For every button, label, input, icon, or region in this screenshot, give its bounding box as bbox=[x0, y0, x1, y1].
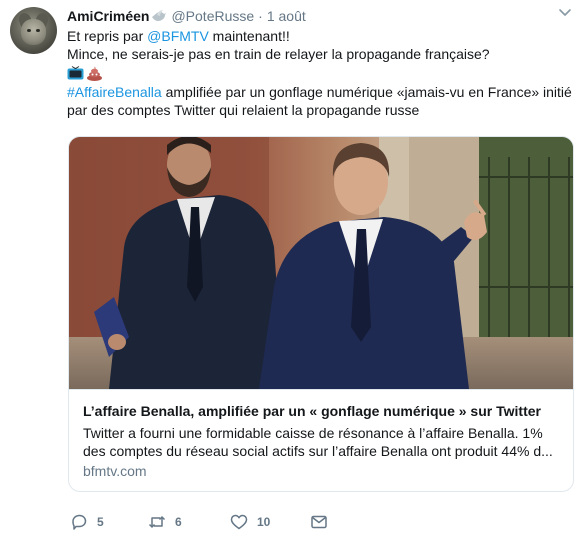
like-count: 10 bbox=[257, 515, 271, 529]
emoji-row bbox=[67, 64, 577, 82]
retweet-count: 6 bbox=[175, 515, 182, 529]
card-description: Twitter a fourni une formidable caisse d… bbox=[83, 425, 553, 459]
tweet-header: AmiCriméen @PoteRusse · 1 août bbox=[67, 7, 306, 25]
reply-count: 5 bbox=[97, 515, 104, 529]
author-handle[interactable]: @PoteRusse bbox=[171, 8, 254, 24]
author-name[interactable]: AmiCriméen bbox=[67, 8, 149, 24]
tweet[interactable]: AmiCriméen @PoteRusse · 1 août Et repris… bbox=[0, 0, 584, 537]
like-button[interactable]: 10 bbox=[230, 513, 310, 531]
direct-message-icon bbox=[311, 515, 327, 529]
card-image[interactable] bbox=[69, 137, 573, 389]
avatar[interactable] bbox=[10, 7, 57, 54]
link-card[interactable]: L’affaire Benalla, amplifiée par un « go… bbox=[68, 136, 574, 492]
retweet-button[interactable]: 6 bbox=[148, 513, 230, 531]
dove-icon bbox=[152, 10, 167, 21]
pile-of-poo-emoji bbox=[87, 66, 102, 81]
tweet-line-1: Et repris par @BFMTV maintenant!! bbox=[67, 28, 290, 44]
tweet-line-2: Mince, ne serais-je pas en train de rela… bbox=[67, 46, 490, 62]
card-domain: bfmtv.com bbox=[83, 463, 147, 479]
direct-message-button[interactable] bbox=[310, 513, 328, 531]
chevron-down-icon[interactable] bbox=[558, 5, 572, 19]
hashtag-link[interactable]: #AffaireBenalla bbox=[67, 84, 162, 100]
card-text[interactable]: L’affaire Benalla, amplifiée par un « go… bbox=[69, 389, 573, 491]
timestamp[interactable]: 1 août bbox=[267, 8, 306, 24]
tv-emoji bbox=[67, 65, 84, 79]
action-bar: 5 6 10 bbox=[70, 512, 328, 532]
separator-dot: · bbox=[258, 8, 263, 24]
tweet-line-3: #AffaireBenalla amplifiée par un gonflag… bbox=[67, 84, 572, 118]
retweet-icon bbox=[148, 516, 166, 528]
reply-button[interactable]: 5 bbox=[70, 513, 148, 531]
like-icon bbox=[230, 514, 248, 530]
mention-link[interactable]: @BFMTV bbox=[147, 28, 209, 44]
reply-icon bbox=[72, 514, 87, 530]
card-title[interactable]: L’affaire Benalla, amplifiée par un « go… bbox=[83, 402, 561, 420]
tweet-text: Et repris par @BFMTV maintenant!! Mince,… bbox=[67, 27, 577, 119]
